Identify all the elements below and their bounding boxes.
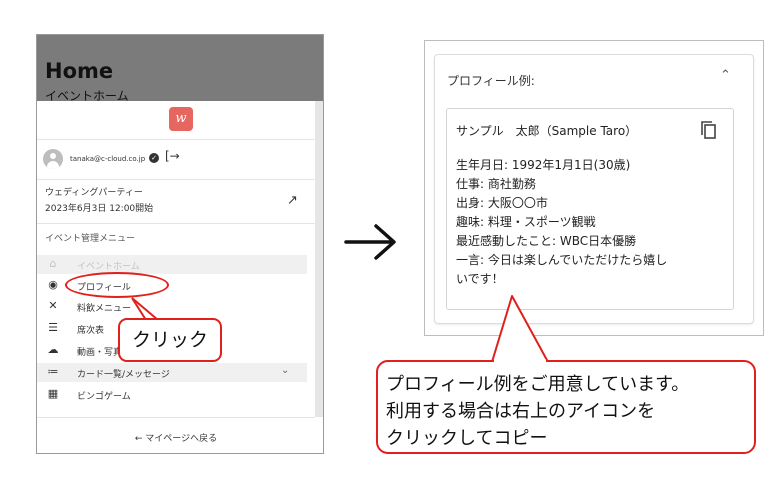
back-to-mypage-link[interactable]: ← マイページへ戻る	[37, 431, 315, 444]
seat-icon: ☰	[48, 321, 58, 334]
profile-line: 仕事: 商社勤務	[456, 177, 536, 191]
profile-line: いです！	[456, 272, 504, 286]
sidebar-item-label: イベントホーム	[77, 262, 140, 272]
callout-text: プロフィール例をご用意しています。	[386, 374, 690, 395]
app-logo: w	[169, 107, 193, 131]
chevron-up-icon[interactable]: ⌃	[720, 68, 731, 83]
divider	[37, 179, 315, 180]
click-highlight-ellipse	[65, 272, 169, 298]
utensils-icon: ✕	[48, 299, 58, 312]
logout-icon[interactable]: [→	[165, 149, 180, 163]
profile-line: 最近感動したこと: WBC日本優勝	[456, 234, 637, 248]
profile-line: 出身: 大阪〇〇市	[456, 196, 548, 210]
sidebar-item-label: カード一覧/メッセージ	[77, 370, 170, 380]
phone-screenshot: Home イベントホーム w tanaka@c-cloud.co.jp ✓ [→…	[36, 34, 324, 454]
event-name[interactable]: ウェディングパーティー	[45, 185, 143, 198]
profile-line: 生年月日: 1992年1月1日(30歳)	[456, 158, 631, 172]
profile-line: 一言: 今日は楽しんでいただけたら嬉し	[456, 253, 668, 267]
verified-check-icon: ✓	[149, 153, 159, 163]
profile-line: 趣味: 料理・スポーツ観戦	[456, 215, 596, 229]
avatar[interactable]	[43, 149, 63, 169]
callout-text: 利用する場合は右上のアイコンを	[386, 401, 656, 422]
sidebar-item-label: 席次表	[77, 326, 105, 336]
accordion-title[interactable]: プロフィール例:	[447, 72, 535, 89]
sidebar-item-event-home[interactable]: ⌂ イベントホーム	[37, 255, 307, 274]
click-annotation: クリック	[118, 318, 222, 362]
arrow-right-icon	[344, 224, 396, 260]
chevron-down-icon: ⌄	[281, 365, 290, 376]
callout-text: クリックしてコピー	[386, 428, 548, 449]
heart-pin-icon: ◉	[48, 278, 58, 291]
copy-icon[interactable]	[700, 120, 718, 140]
list-icon: ≔	[47, 365, 59, 378]
event-datetime: 2023年6月3日 12:00開始	[45, 204, 154, 214]
page-title: Home	[45, 59, 114, 83]
sidebar-item-bingo[interactable]: ▦ ビンゴゲーム	[37, 385, 307, 404]
home-header: Home イベントホーム	[37, 35, 323, 103]
divider	[37, 417, 315, 418]
sidebar-item-label: ビンゴゲーム	[77, 392, 131, 402]
profile-name: サンプル 太郎（Sample Taro）	[456, 124, 638, 138]
sidebar-item-label: 動画・写真	[77, 348, 123, 358]
drawer-scrollbar[interactable]	[315, 101, 323, 417]
grid-icon: ▦	[47, 387, 59, 400]
home-icon: ⌂	[49, 257, 57, 270]
sidebar-item-label: 料飲メニュー	[77, 304, 132, 314]
divider	[37, 139, 315, 140]
user-email: tanaka@c-cloud.co.jp	[70, 155, 146, 163]
arrow-up-right-icon[interactable]: ↗	[287, 193, 298, 208]
divider	[37, 223, 315, 224]
menu-heading: イベント管理メニュー	[45, 234, 136, 244]
sidebar-item-menu[interactable]: ✕ 料飲メニュー	[37, 297, 307, 316]
cloud-upload-icon: ☁	[47, 343, 59, 356]
sidebar-item-cards[interactable]: ≔ カード一覧/メッセージ ⌄	[37, 363, 307, 382]
